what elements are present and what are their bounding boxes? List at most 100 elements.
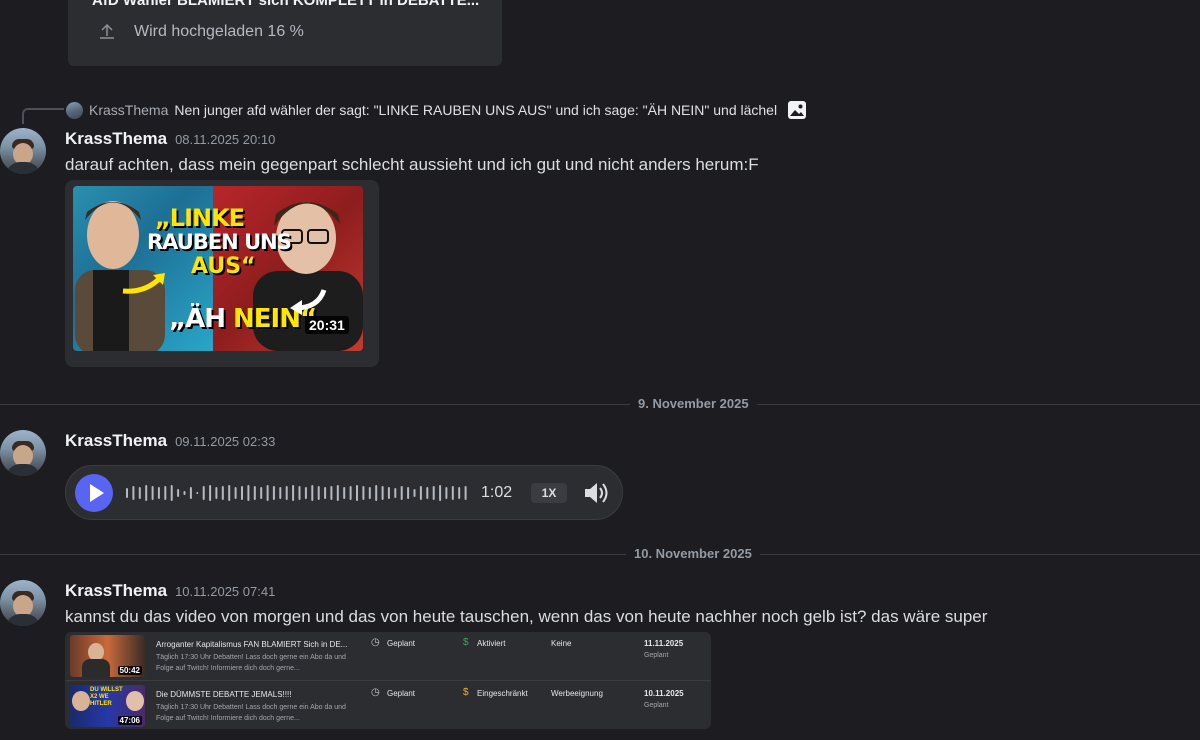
- reply-text[interactable]: Nen junger afd wähler der sagt: "LINKE R…: [174, 102, 777, 118]
- playback-speed-button[interactable]: 1X: [531, 483, 567, 503]
- waveform-bar: [381, 486, 384, 500]
- waveform-bar: [451, 486, 454, 500]
- waveform-bar: [157, 487, 160, 499]
- waveform[interactable]: [126, 483, 471, 503]
- waveform-bar: [138, 487, 141, 499]
- upload-status: Wird hochgeladen 16 %: [134, 23, 304, 40]
- username[interactable]: KrassThema: [65, 129, 167, 148]
- waveform-bar: [266, 485, 269, 501]
- date-divider-label: 9. November 2025: [630, 396, 757, 411]
- table-row: DU WILLST X2 WE HITLER 47:06 Die DÜMMSTE…: [65, 682, 711, 729]
- waveform-bar: [349, 486, 352, 500]
- restrictions-cell: Werbeeignung: [551, 689, 603, 698]
- restrictions-cell: Keine: [551, 639, 572, 648]
- arrow-icon: [122, 273, 165, 294]
- waveform-bar: [304, 487, 307, 499]
- upload-card: AfD Wähler BLAMIERT sich KOMPLETT in DEB…: [68, 0, 502, 66]
- message-header: KrassThema 10.11.2025 07:41: [65, 581, 275, 601]
- waveform-bar: [196, 492, 199, 494]
- waveform-bar: [445, 487, 448, 499]
- video-embed[interactable]: „LINKE RAUBEN UNS AUS“ „ÄH NEIN“ 20:31: [65, 180, 379, 367]
- monetization-cell: Aktiviert: [477, 639, 506, 648]
- waveform-bar: [407, 487, 410, 499]
- clock-icon: ◷: [371, 637, 380, 648]
- waveform-bar: [330, 486, 333, 500]
- dollar-icon: $: [463, 637, 469, 648]
- date-divider: [0, 554, 1200, 555]
- date-cell: 10.11.2025: [644, 689, 684, 698]
- thumbnail-text: DU WILLST X2 WE HITLER: [90, 687, 123, 707]
- thumbnail-text: „ÄH: [169, 304, 234, 334]
- username[interactable]: KrassThema: [65, 581, 167, 600]
- reply-spine: [22, 108, 64, 124]
- message-header: KrassThema 08.11.2025 20:10: [65, 129, 275, 149]
- visibility-cell: Geplant: [387, 639, 416, 648]
- volume-icon[interactable]: [583, 481, 609, 505]
- upload-icon: [100, 23, 114, 39]
- waveform-bar: [356, 485, 358, 501]
- avatar[interactable]: [0, 580, 46, 626]
- date-status: Geplant: [644, 702, 669, 709]
- waveform-bar: [285, 486, 288, 500]
- image-attachment[interactable]: 50:42 Arroganter Kapitalismus FAN BLAMIE…: [65, 632, 711, 729]
- waveform-bar: [126, 488, 128, 498]
- monetization-cell: Eingeschränkt: [477, 689, 528, 698]
- upload-title: AfD Wähler BLAMIERT sich KOMPLETT in DEB…: [92, 0, 480, 9]
- date-cell: 11.11.2025: [644, 639, 684, 648]
- waveform-bar: [394, 488, 397, 498]
- video-duration: 50:42: [117, 666, 142, 675]
- waveform-bar: [170, 485, 173, 501]
- waveform-bar: [132, 486, 135, 500]
- username[interactable]: KrassThema: [65, 431, 167, 450]
- avatar[interactable]: [0, 430, 46, 476]
- waveform-bar: [272, 486, 275, 500]
- voice-message: 1:02 1X: [65, 465, 623, 520]
- voice-duration: 1:02: [481, 484, 513, 501]
- reply-username[interactable]: KrassThema: [89, 102, 168, 118]
- waveform-bar: [298, 486, 301, 500]
- date-divider-label: 10. November 2025: [626, 546, 760, 561]
- waveform-bar: [241, 486, 243, 500]
- waveform-bar: [189, 487, 192, 499]
- video-thumbnail[interactable]: „LINKE RAUBEN UNS AUS“ „ÄH NEIN“ 20:31: [73, 186, 363, 351]
- waveform-bar: [183, 491, 186, 495]
- message-text: darauf achten, dass mein gegenpart schle…: [65, 155, 759, 174]
- reply-avatar[interactable]: [66, 101, 83, 119]
- date-divider: [0, 404, 1200, 405]
- waveform-bar: [375, 485, 378, 501]
- avatar[interactable]: [0, 128, 46, 174]
- waveform-bar: [324, 487, 327, 499]
- thumbnail-text: „LINKE: [155, 204, 245, 232]
- reply-reference[interactable]: KrassThema Nen junger afd wähler der sag…: [66, 100, 807, 120]
- waveform-bar: [253, 486, 256, 500]
- arrow-icon: [290, 289, 327, 315]
- video-thumbnail: DU WILLST X2 WE HITLER 47:06: [70, 685, 145, 727]
- waveform-bar: [177, 489, 180, 497]
- visibility-cell: Geplant: [387, 689, 416, 698]
- waveform-bar: [336, 485, 339, 501]
- message-text: kannst du das video von morgen und das v…: [65, 607, 988, 626]
- video-description: Täglich 17:30 Uhr Debatten! Lass doch ge…: [156, 654, 346, 672]
- video-description: Täglich 17:30 Uhr Debatten! Lass doch ge…: [156, 704, 346, 722]
- message-header: KrassThema 09.11.2025 02:33: [65, 431, 275, 451]
- waveform-bar: [247, 485, 250, 501]
- waveform-bar: [209, 485, 212, 501]
- timestamp: 09.11.2025 02:33: [175, 434, 276, 449]
- waveform-bar: [215, 487, 218, 499]
- video-duration: 47:06: [117, 716, 142, 725]
- timestamp: 08.11.2025 20:10: [175, 132, 276, 147]
- waveform-bar: [151, 486, 154, 500]
- play-button[interactable]: [75, 474, 113, 512]
- waveform-bar: [202, 486, 205, 500]
- thumbnail-text: AUS“: [191, 254, 256, 279]
- waveform-bar: [432, 486, 435, 500]
- thumbnail-text: RAUBEN UNS: [147, 230, 292, 254]
- table-row: 50:42 Arroganter Kapitalismus FAN BLAMIE…: [65, 632, 711, 681]
- video-title: Die DÜMMSTE DEBATTE JEMALS!!!!: [156, 690, 292, 699]
- waveform-bar: [279, 487, 282, 499]
- waveform-bar: [260, 487, 263, 499]
- video-duration: 20:31: [305, 316, 349, 334]
- waveform-bar: [228, 485, 231, 501]
- waveform-bar: [464, 486, 467, 500]
- waveform-bar: [400, 486, 403, 500]
